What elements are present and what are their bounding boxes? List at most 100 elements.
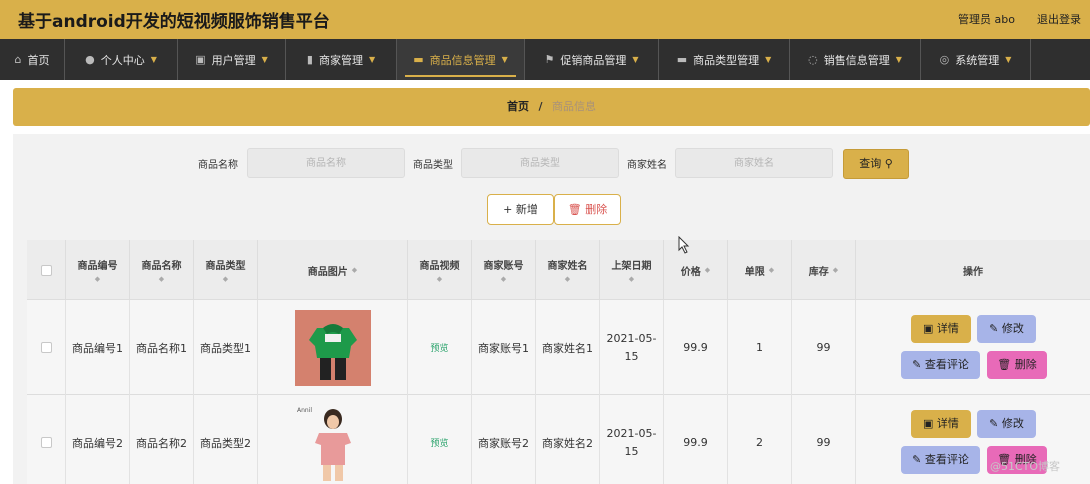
sort-icon: ◆ bbox=[158, 275, 165, 283]
bar-chart-icon: ▮ bbox=[306, 53, 313, 66]
header-limit[interactable]: 单限 ◆ bbox=[728, 240, 792, 300]
nav-label: 系统管理 bbox=[955, 53, 1000, 67]
row-select-cell bbox=[27, 300, 66, 395]
cell-stock: 99 bbox=[792, 300, 856, 395]
nav-home[interactable]: ⌂ 首页 bbox=[0, 39, 65, 80]
cell-code: 商品编号1 bbox=[66, 300, 130, 395]
row-checkbox[interactable] bbox=[40, 437, 52, 448]
sort-icon: ◆ bbox=[351, 266, 358, 274]
chevron-down-icon: ▼ bbox=[261, 55, 268, 64]
sort-icon: ◆ bbox=[436, 275, 443, 283]
cell-name: 商品名称1 bbox=[130, 300, 194, 395]
watermark: @51CTO博客 bbox=[990, 460, 1061, 473]
user-manage-icon: ▣ bbox=[195, 53, 206, 66]
cell-limit: 2 bbox=[728, 395, 792, 484]
logout-link[interactable]: 退出登录 bbox=[1037, 11, 1081, 27]
app-title: 基于android开发的短视频服饰销售平台 bbox=[18, 12, 330, 32]
nav-system-manage[interactable]: ◎ 系统管理 ▼ bbox=[921, 39, 1031, 80]
breadcrumb-home[interactable]: 首页 bbox=[507, 100, 529, 113]
chevron-down-icon: ▼ bbox=[368, 55, 376, 64]
header-account[interactable]: 商家账号 ◆ bbox=[472, 240, 536, 300]
main-nav: ⌂ 首页 ● 个人中心 ▼ ▣ 用户管理 ▼ ▮ 商家管理 ▼ ▬ 商品信息管理… bbox=[0, 39, 1090, 80]
header-price-label: 价格 bbox=[680, 266, 701, 278]
header-code-label: 商品编号 bbox=[77, 261, 118, 272]
header-name[interactable]: 商品名称 ◆ bbox=[130, 240, 194, 300]
header-video[interactable]: 商品视频 ◆ bbox=[408, 240, 472, 300]
header-price[interactable]: 价格 ◆ bbox=[664, 240, 728, 300]
product-image-green-hoodie[interactable] bbox=[294, 309, 371, 386]
header-type-label: 商品类型 bbox=[205, 261, 246, 272]
nav-goods-manage[interactable]: ▬ 商品信息管理 ▼ bbox=[397, 39, 525, 80]
cell-limit: 1 bbox=[728, 300, 792, 395]
flag-icon: ⚑ bbox=[544, 53, 555, 66]
nav-sales-manage[interactable]: ◌ 销售信息管理 ▼ bbox=[790, 39, 921, 80]
cell-image bbox=[258, 300, 408, 395]
header-name-label: 商品名称 bbox=[141, 261, 182, 272]
header-ops: 操作 bbox=[856, 240, 1090, 300]
chevron-down-icon: ▼ bbox=[765, 55, 772, 64]
cell-date: 2021-05-15 bbox=[600, 300, 664, 395]
chevron-down-icon: ▼ bbox=[501, 55, 508, 64]
detail-button[interactable]: ▣ 详情 bbox=[911, 410, 971, 438]
search-merchant-label: 商家姓名 bbox=[627, 160, 667, 171]
detail-button[interactable]: ▣ 详情 bbox=[911, 315, 971, 343]
nav-label: 首页 bbox=[27, 53, 50, 67]
batch-delete-button[interactable]: 🗑 删除 bbox=[554, 194, 621, 225]
nav-promo-manage[interactable]: ⚑ 促销商品管理 ▼ bbox=[525, 39, 659, 80]
nav-label: 用户管理 bbox=[211, 53, 256, 67]
header-date-label: 上架日期 bbox=[611, 261, 652, 272]
header-type[interactable]: 商品类型 ◆ bbox=[194, 240, 258, 300]
edit-button[interactable]: ✎ 修改 bbox=[977, 410, 1036, 438]
mouse-cursor-icon bbox=[678, 236, 690, 254]
sort-icon: ◆ bbox=[500, 275, 507, 283]
content-panel: 商品名称 商品类型 商家姓名 查询 ⚲ + 新增 🗑 删除 商品编号 ◆ 商品名… bbox=[13, 134, 1090, 484]
product-image-pink-tshirt-girl[interactable]: Annil bbox=[294, 402, 371, 483]
nav-user-manage[interactable]: ▣ 用户管理 ▼ bbox=[178, 39, 286, 80]
video-preview-link[interactable]: 预览 bbox=[430, 436, 448, 449]
sort-icon: ◆ bbox=[704, 266, 711, 274]
header-ops-label: 操作 bbox=[963, 266, 983, 278]
video-preview-link[interactable]: 预览 bbox=[430, 341, 448, 354]
search-merchant-input[interactable] bbox=[675, 148, 833, 178]
select-all-checkbox[interactable] bbox=[40, 264, 52, 276]
nav-label: 销售信息管理 bbox=[823, 53, 890, 67]
query-button[interactable]: 查询 ⚲ bbox=[843, 149, 909, 179]
nav-label: 促销商品管理 bbox=[560, 53, 627, 67]
edit-button[interactable]: ✎ 修改 bbox=[977, 315, 1036, 343]
header-date[interactable]: 上架日期 ◆ bbox=[600, 240, 664, 300]
nav-personal-center[interactable]: ● 个人中心 ▼ bbox=[65, 39, 178, 80]
sort-icon: ◆ bbox=[564, 275, 571, 283]
cell-name: 商品名称2 bbox=[130, 395, 194, 484]
search-type-label: 商品类型 bbox=[413, 160, 453, 171]
nav-merchant-manage[interactable]: ▮ 商家管理 ▼ bbox=[286, 39, 397, 80]
sort-icon: ◆ bbox=[94, 275, 101, 283]
settings-icon: ◎ bbox=[939, 53, 950, 66]
search-name-input[interactable] bbox=[247, 148, 405, 178]
cell-price: 99.9 bbox=[664, 395, 728, 484]
header-account-label: 商家账号 bbox=[483, 261, 524, 272]
view-comments-button[interactable]: ✎ 查看评论 bbox=[901, 446, 980, 474]
header-image-label: 商品图片 bbox=[307, 266, 348, 278]
cell-ops: ▣ 详情 ✎ 修改 ✎ 查看评论 🗑 删除 bbox=[856, 300, 1090, 395]
header-merchant[interactable]: 商家姓名 ◆ bbox=[536, 240, 600, 300]
header-image[interactable]: 商品图片 ◆ bbox=[258, 240, 408, 300]
home-icon: ⌂ bbox=[14, 53, 22, 66]
card-icon: ▬ bbox=[676, 53, 688, 66]
header-select bbox=[27, 240, 66, 300]
header-limit-label: 单限 bbox=[744, 266, 765, 278]
header-stock[interactable]: 库存 ◆ bbox=[792, 240, 856, 300]
add-button[interactable]: + 新增 bbox=[487, 194, 554, 225]
cell-type: 商品类型2 bbox=[194, 395, 258, 484]
cell-video: 预览 bbox=[408, 395, 472, 484]
goods-icon: ▬ bbox=[413, 53, 424, 66]
delete-row-button[interactable]: 🗑 删除 bbox=[987, 351, 1047, 379]
breadcrumb: 首页 / 商品信息 bbox=[13, 88, 1090, 126]
search-type-input[interactable] bbox=[461, 148, 619, 178]
breadcrumb-separator: / bbox=[538, 100, 543, 113]
row-checkbox[interactable] bbox=[40, 342, 52, 353]
header-code[interactable]: 商品编号 ◆ bbox=[66, 240, 130, 300]
cell-account: 商家账号2 bbox=[472, 395, 536, 484]
nav-label: 商品类型管理 bbox=[693, 53, 760, 67]
nav-type-manage[interactable]: ▬ 商品类型管理 ▼ bbox=[659, 39, 790, 80]
view-comments-button[interactable]: ✎ 查看评论 bbox=[901, 351, 980, 379]
